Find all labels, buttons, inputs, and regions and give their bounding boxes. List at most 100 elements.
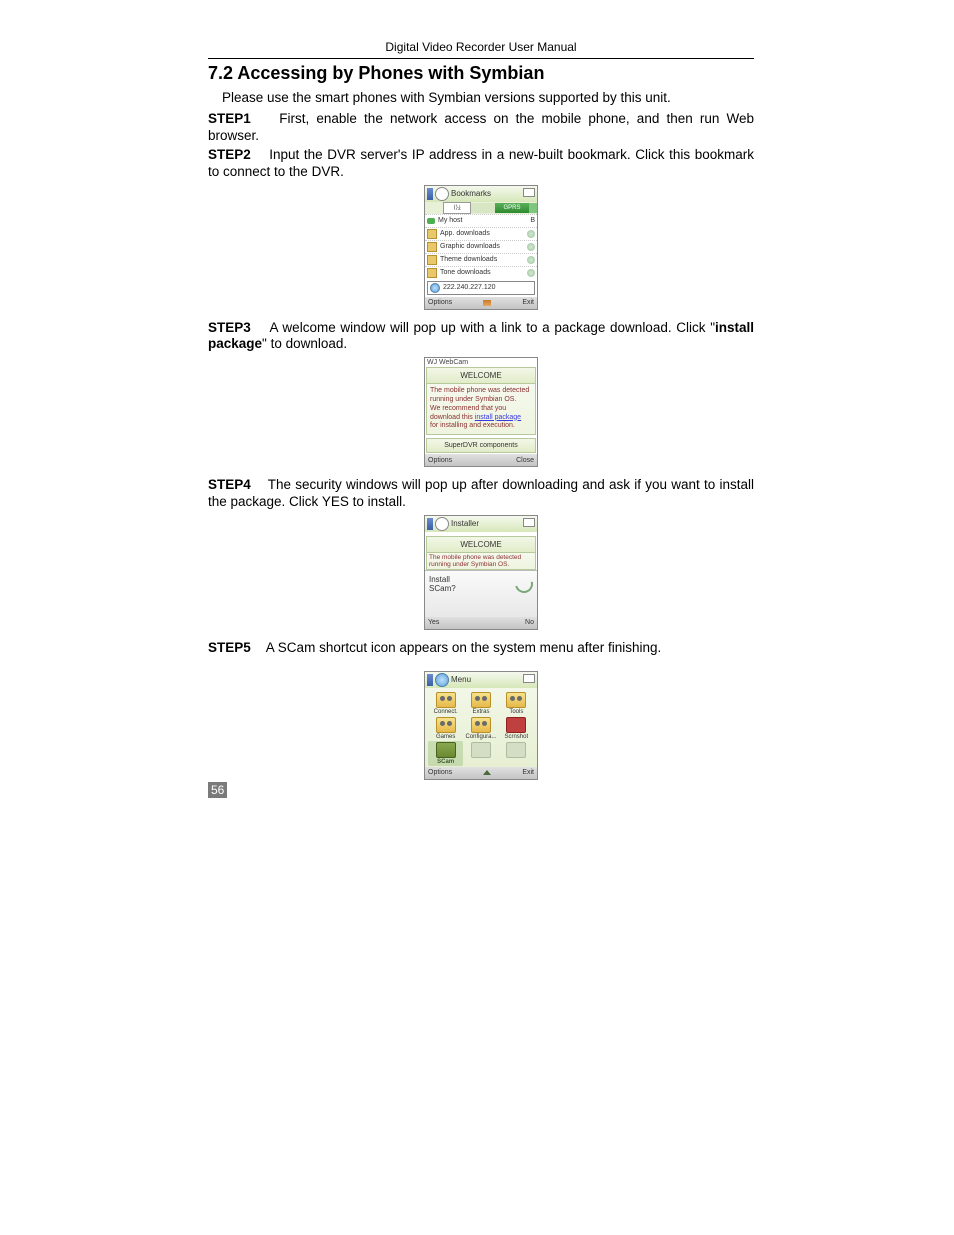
bookmark-row[interactable]: App. downloads bbox=[425, 227, 537, 240]
globe-icon bbox=[430, 283, 440, 293]
prompt-line: Install bbox=[429, 575, 456, 584]
step2-text: Input the DVR server's IP address in a n… bbox=[208, 147, 754, 179]
bookmark-row[interactable]: My host B bbox=[425, 214, 537, 227]
step2-label: STEP2 bbox=[208, 147, 251, 162]
app-icon bbox=[506, 717, 526, 733]
clock-icon bbox=[435, 517, 449, 531]
step2: STEP2 Input the DVR server's IP address … bbox=[208, 147, 754, 181]
bookmark-row[interactable]: Theme downloads bbox=[425, 253, 537, 266]
row-label: Graphic downloads bbox=[440, 243, 500, 250]
components-row[interactable]: SuperDVR components bbox=[426, 438, 536, 453]
step3-pre: A welcome window will pop up with a link… bbox=[270, 320, 715, 335]
envelope-icon bbox=[523, 518, 535, 527]
detect-line: The mobile phone was detected bbox=[429, 554, 533, 561]
page-number: 56 bbox=[208, 782, 227, 798]
dot-icon bbox=[527, 269, 535, 277]
menu-item-scam[interactable]: SCam bbox=[428, 741, 463, 766]
empty-icon bbox=[471, 742, 491, 758]
install-package-link[interactable]: install package bbox=[475, 414, 521, 421]
push-icon bbox=[427, 218, 435, 224]
section-title: 7.2 Accessing by Phones with Symbian bbox=[208, 63, 754, 84]
menu-item-tools[interactable]: Tools bbox=[500, 692, 533, 715]
app-icon bbox=[506, 692, 526, 708]
bookmark-row[interactable]: Graphic downloads bbox=[425, 240, 537, 253]
options-softkey[interactable]: Options bbox=[428, 299, 452, 306]
folder-icon bbox=[427, 229, 437, 239]
step4-label: STEP4 bbox=[208, 477, 251, 492]
step4-text: The security windows will pop up after d… bbox=[208, 477, 754, 509]
figure-welcome: WJ WebCam WELCOME The mobile phone was d… bbox=[208, 357, 754, 467]
signal-icon bbox=[427, 188, 433, 200]
welcome-line-pre: download this bbox=[430, 414, 475, 421]
menu-item-extras[interactable]: Extras bbox=[464, 692, 497, 715]
menu-item-empty bbox=[464, 742, 497, 765]
figure-installer: Installer WELCOME The mobile phone was d… bbox=[208, 515, 754, 630]
bookmarks-title: Bookmarks bbox=[451, 189, 491, 198]
step5-label: STEP5 bbox=[208, 640, 251, 655]
signal-icon bbox=[427, 518, 433, 530]
arrow-right-icon bbox=[529, 203, 537, 213]
empty-icon bbox=[506, 742, 526, 758]
installer-title: Installer bbox=[451, 519, 479, 528]
options-softkey[interactable]: Options bbox=[428, 457, 452, 464]
step3: STEP3 A welcome window will pop up with … bbox=[208, 320, 754, 354]
menu-item-empty bbox=[500, 742, 533, 765]
figure-bookmarks: Bookmarks ⟨⟩⤓ GPRS My host B App. downlo… bbox=[208, 185, 754, 310]
up-arrow-icon[interactable] bbox=[483, 770, 491, 775]
step1: STEP1 First, enable the network access o… bbox=[208, 111, 754, 145]
folder-icon bbox=[427, 242, 437, 252]
installer-detect: The mobile phone was detected running un… bbox=[426, 553, 536, 570]
welcome-body: The mobile phone was detected running un… bbox=[426, 384, 536, 435]
step3-label: STEP3 bbox=[208, 320, 251, 335]
menu-item-games[interactable]: Games bbox=[429, 717, 462, 740]
signal-icon bbox=[427, 674, 433, 686]
close-softkey[interactable]: Close bbox=[516, 457, 534, 464]
dot-icon bbox=[527, 256, 535, 264]
menu-item-configura[interactable]: Configura... bbox=[464, 717, 497, 740]
app-icon bbox=[436, 717, 456, 733]
envelope-icon bbox=[523, 188, 535, 197]
detect-line: running under Symbian OS. bbox=[429, 561, 533, 568]
step3-post: " to download. bbox=[262, 336, 347, 351]
welcome-line: running under Symbian OS. bbox=[430, 396, 532, 405]
ip-address: 222.240.227.120 bbox=[443, 284, 496, 291]
folder-icon bbox=[427, 255, 437, 265]
pen-icon bbox=[483, 300, 491, 306]
row-label: My host bbox=[438, 217, 463, 224]
page-header: Digital Video Recorder User Manual bbox=[208, 40, 754, 59]
exit-softkey[interactable]: Exit bbox=[522, 769, 534, 776]
options-softkey[interactable]: Options bbox=[428, 769, 452, 776]
dot-icon bbox=[527, 243, 535, 251]
step4: STEP4 The security windows will pop up a… bbox=[208, 477, 754, 511]
welcome-line: The mobile phone was detected bbox=[430, 387, 532, 396]
intro-text: Please use the smart phones with Symbian… bbox=[222, 90, 754, 105]
gprs-indicator: GPRS bbox=[495, 203, 529, 213]
webcam-title: WJ WebCam bbox=[425, 358, 537, 367]
welcome-line: We recommend that you bbox=[430, 405, 532, 414]
install-prompt: Install SCam? bbox=[425, 570, 537, 617]
menu-logo-icon bbox=[435, 673, 449, 687]
no-softkey[interactable]: No bbox=[525, 619, 534, 626]
menu-title: Menu bbox=[451, 675, 471, 684]
welcome-line: for installing and execution. bbox=[430, 422, 532, 431]
menu-item-connect[interactable]: Connect. bbox=[429, 692, 462, 715]
folder-icon bbox=[427, 268, 437, 278]
scam-icon bbox=[436, 742, 456, 758]
bookmark-row[interactable]: Tone downloads bbox=[425, 266, 537, 279]
yes-softkey[interactable]: Yes bbox=[428, 619, 439, 626]
installer-welcome: WELCOME bbox=[426, 536, 536, 553]
row-label: App. downloads bbox=[440, 230, 490, 237]
row-label: Tone downloads bbox=[440, 269, 491, 276]
step1-label: STEP1 bbox=[208, 111, 251, 126]
prompt-line: SCam? bbox=[429, 584, 456, 593]
welcome-header: WELCOME bbox=[426, 367, 536, 384]
app-icon bbox=[471, 692, 491, 708]
menu-item-scrnshot[interactable]: Scrnshot bbox=[500, 717, 533, 740]
exit-softkey[interactable]: Exit bbox=[522, 299, 534, 306]
row-label: Theme downloads bbox=[440, 256, 497, 263]
ip-bookmark[interactable]: 222.240.227.120 bbox=[427, 281, 535, 295]
step5-text: A SCam shortcut icon appears on the syst… bbox=[266, 640, 661, 655]
browse-icon: ⟨⟩⤓ bbox=[443, 202, 471, 214]
app-icon bbox=[436, 692, 456, 708]
step1-text: First, enable the network access on the … bbox=[208, 111, 754, 143]
